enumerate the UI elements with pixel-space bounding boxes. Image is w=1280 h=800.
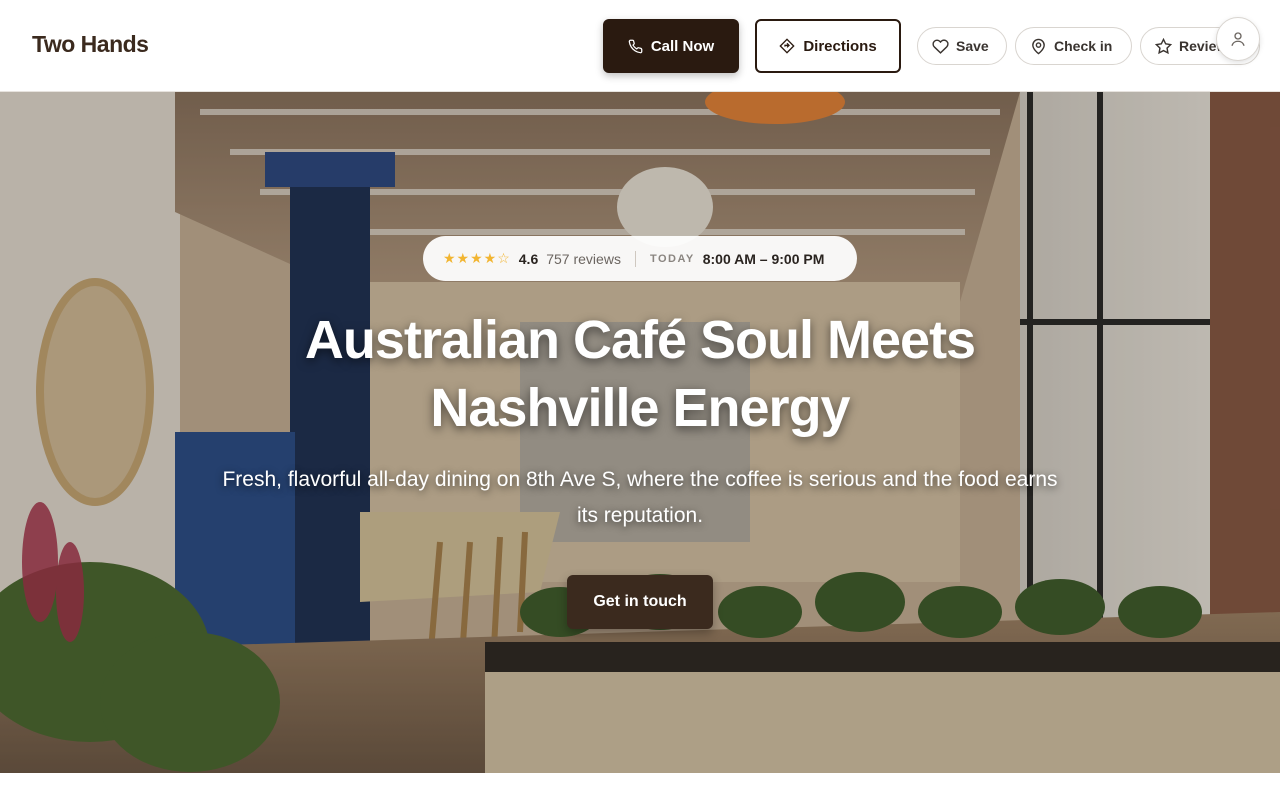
- star-icon: [1155, 37, 1172, 54]
- hero-section: ★★★★☆ 4.6 757 reviews TODAY 8:00 AM – 9:…: [0, 92, 1280, 773]
- phone-icon: [628, 39, 643, 53]
- hero-title: Australian Café Soul Meets Nashville Ene…: [304, 310, 976, 438]
- opening-hours: 8:00 AM – 9:00 PM: [702, 250, 825, 267]
- hero-subtitle: Fresh, flavorful all-day dining on 8th A…: [222, 468, 1058, 527]
- account-button[interactable]: [1216, 17, 1260, 61]
- review-count-link[interactable]: 757 reviews: [546, 251, 621, 267]
- get-in-touch-button[interactable]: Get in touch: [567, 575, 713, 629]
- heart-icon: [932, 38, 949, 54]
- save-button[interactable]: Save: [917, 27, 1007, 65]
- call-now-label: Call Now: [650, 37, 715, 55]
- site-header: Two Hands Call Now Directions Save Check…: [0, 0, 1280, 92]
- location-pin-icon: [1032, 38, 1045, 54]
- rating-hours-badge: ★★★★☆ 4.6 757 reviews TODAY 8:00 AM – 9:…: [423, 236, 857, 281]
- directions-button[interactable]: Directions: [755, 19, 901, 73]
- directions-icon: [779, 38, 795, 54]
- divider: [634, 250, 636, 267]
- today-label: TODAY: [649, 252, 695, 265]
- call-now-button[interactable]: Call Now: [603, 19, 739, 73]
- check-in-label: Check in: [1054, 38, 1113, 54]
- rating-value: 4.6: [518, 250, 539, 267]
- check-in-button[interactable]: Check in: [1015, 27, 1132, 65]
- brand-logo[interactable]: Two Hands: [32, 31, 149, 58]
- user-icon: [1231, 32, 1245, 46]
- save-label: Save: [956, 38, 989, 54]
- directions-label: Directions: [803, 37, 877, 55]
- rating-stars-icon: ★★★★☆: [443, 250, 511, 266]
